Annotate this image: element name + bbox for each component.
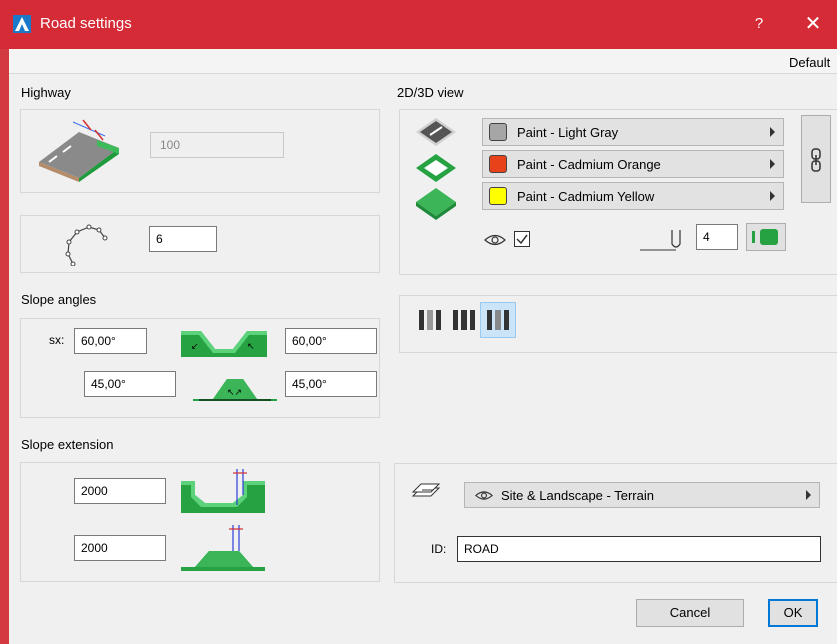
chain-link-icon — [808, 148, 824, 175]
road-width-field[interactable]: 100 — [150, 132, 284, 158]
pen-color-button[interactable] — [746, 223, 786, 254]
highway-label: Highway — [21, 85, 71, 100]
id-field[interactable]: ROAD — [457, 536, 821, 562]
segment-option-1-icon[interactable] — [418, 308, 450, 340]
eye-icon — [484, 232, 506, 251]
sx-label: sx: — [49, 333, 65, 347]
arc-segments-icon — [65, 224, 109, 269]
svg-text:↖↗: ↖↗ — [227, 388, 242, 398]
slope-angle-top-right-field[interactable]: 60,00° — [285, 328, 377, 354]
slope-angle-bottom-right-field[interactable]: 45,00° — [285, 371, 377, 397]
slope-angle-top-left-field[interactable]: 60,00° — [74, 328, 147, 354]
pen-number-field[interactable]: 4 — [696, 224, 738, 250]
material-bottom-selector[interactable]: Paint - Cadmium Yellow — [482, 182, 784, 210]
cancel-button[interactable]: Cancel — [636, 599, 744, 627]
road-settings-dialog: Road settings ? ✕ Default Highway 100 6 … — [0, 0, 837, 644]
fill-slope-icon: ↖↗ — [193, 371, 277, 404]
chevron-right-icon — [770, 159, 775, 169]
arc-segments-field[interactable]: 6 — [149, 226, 217, 252]
cut-slope-icon: ↙ ↖ — [181, 325, 267, 362]
eye-icon — [475, 489, 493, 505]
close-button[interactable]: ✕ — [796, 10, 830, 38]
material-side-swatch — [489, 155, 507, 173]
segment-display-panel — [399, 295, 837, 353]
layer-id-panel: Site & Landscape - Terrain ID: ROAD — [394, 463, 837, 583]
slope-extension-bottom-field[interactable]: 2000 — [74, 535, 166, 561]
pen-icon — [640, 226, 690, 255]
default-label: Default — [789, 55, 831, 70]
header-strip: Default — [9, 49, 837, 74]
slope-angles-panel: sx: 60,00° ↙ ↖ 60,00° 45,00° ↖↗ 45,00° — [20, 318, 380, 418]
segment-option-3-icon[interactable] — [480, 302, 516, 338]
view-panel: Paint - Light Gray Paint - Cadmium Orang… — [399, 109, 837, 275]
highway-segments-panel: 6 — [20, 215, 380, 273]
material-top-selector[interactable]: Paint - Light Gray — [482, 118, 784, 146]
chevron-right-icon — [770, 191, 775, 201]
id-label: ID: — [431, 542, 447, 556]
visibility-checkbox[interactable] — [514, 231, 530, 250]
highway-width-panel: 100 — [20, 109, 380, 193]
chevron-right-icon — [806, 490, 811, 500]
road-section-icon — [35, 118, 139, 187]
material-top-label: Paint - Light Gray — [517, 125, 619, 140]
material-bottom-swatch — [489, 187, 507, 205]
svg-text:↙: ↙ — [191, 342, 199, 352]
link-materials-button[interactable] — [801, 115, 831, 203]
slope-extension-label: Slope extension — [21, 437, 114, 452]
material-side-selector[interactable]: Paint - Cadmium Orange — [482, 150, 784, 178]
material-top-swatch — [489, 123, 507, 141]
title-bar: Road settings ? ✕ — [0, 0, 837, 49]
slope-extension-panel: 2000 2000 — [20, 462, 380, 582]
ok-button[interactable]: OK — [768, 599, 818, 627]
view-label: 2D/3D view — [397, 85, 464, 100]
fill-extension-icon — [181, 521, 265, 574]
material-bottom-label: Paint - Cadmium Yellow — [517, 189, 655, 204]
slope-angle-bottom-left-field[interactable]: 45,00° — [84, 371, 176, 397]
archicad-logo-icon — [13, 15, 31, 33]
surface-bottom-icon — [414, 184, 458, 223]
slope-extension-top-field[interactable]: 2000 — [74, 478, 166, 504]
chevron-right-icon — [770, 127, 775, 137]
help-button[interactable]: ? — [744, 12, 774, 36]
layer-label: Site & Landscape - Terrain — [501, 488, 654, 503]
layers-icon — [411, 482, 441, 505]
cut-extension-icon — [181, 465, 265, 516]
material-side-label: Paint - Cadmium Orange — [517, 157, 661, 172]
surface-top-icon — [414, 114, 458, 153]
slope-angles-label: Slope angles — [21, 292, 97, 307]
svg-text:↖: ↖ — [247, 342, 255, 352]
window-title: Road settings — [40, 15, 132, 32]
layer-selector[interactable]: Site & Landscape - Terrain — [464, 482, 820, 508]
dialog-body: Default Highway 100 6 Slope angles sx: 6… — [9, 49, 837, 644]
